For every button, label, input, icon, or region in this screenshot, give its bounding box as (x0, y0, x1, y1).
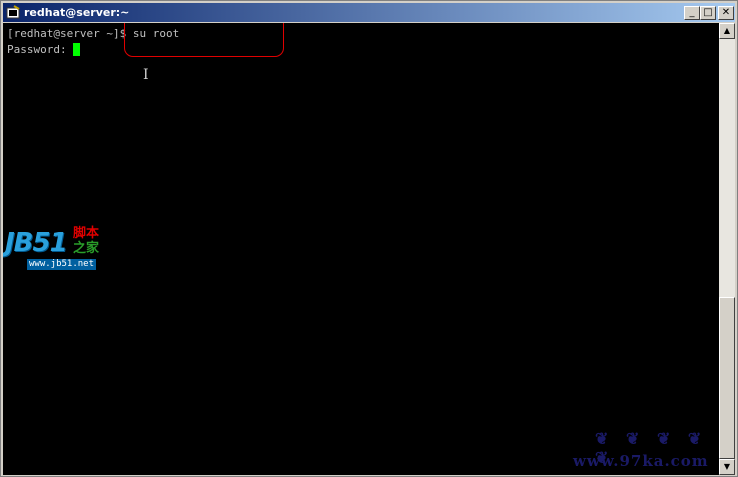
ibeam-cursor-icon: I (143, 67, 149, 83)
maximize-button[interactable]: □ (700, 6, 716, 20)
minimize-icon: _ (689, 7, 695, 18)
command-highlight-box (124, 23, 284, 57)
scroll-up-button[interactable]: ▲ (719, 23, 735, 39)
vertical-scrollbar[interactable]: ▲ ▼ (719, 23, 735, 475)
minimize-button[interactable]: _ (684, 6, 700, 20)
window-title: redhat@server:~ (24, 6, 130, 19)
maximize-icon: □ (703, 7, 713, 18)
logo-cn-line1: 脚本 (73, 226, 100, 241)
scroll-up-icon: ▲ (723, 26, 731, 35)
watermark-line2: www.97ka.com (573, 452, 709, 470)
close-icon: ✕ (721, 7, 731, 18)
jb51-logo: JB51 脚本 之家 www.jb51.net (3, 226, 105, 272)
logo-cn-line2: 之家 (73, 241, 100, 256)
logo-text: JB51 (5, 228, 68, 258)
logo-url: www.jb51.net (27, 259, 97, 270)
title-bar[interactable]: redhat@server:~ _ □ ✕ (3, 3, 735, 22)
terminal-screen[interactable]: [redhat@server ~]$ su root Password: I J… (3, 23, 719, 475)
scroll-down-icon: ▼ (723, 462, 731, 471)
password-prompt: Password: (7, 43, 74, 56)
terminal-line-password: Password: (7, 43, 81, 56)
scroll-down-button[interactable]: ▼ (719, 459, 735, 475)
text-cursor (73, 43, 81, 56)
close-button[interactable]: ✕ (718, 6, 734, 20)
terminal-app-icon (6, 5, 20, 19)
terminal-window: redhat@server:~ _ □ ✕ [redhat@server ~]$… (0, 0, 738, 477)
scrollbar-thumb[interactable] (719, 297, 735, 459)
